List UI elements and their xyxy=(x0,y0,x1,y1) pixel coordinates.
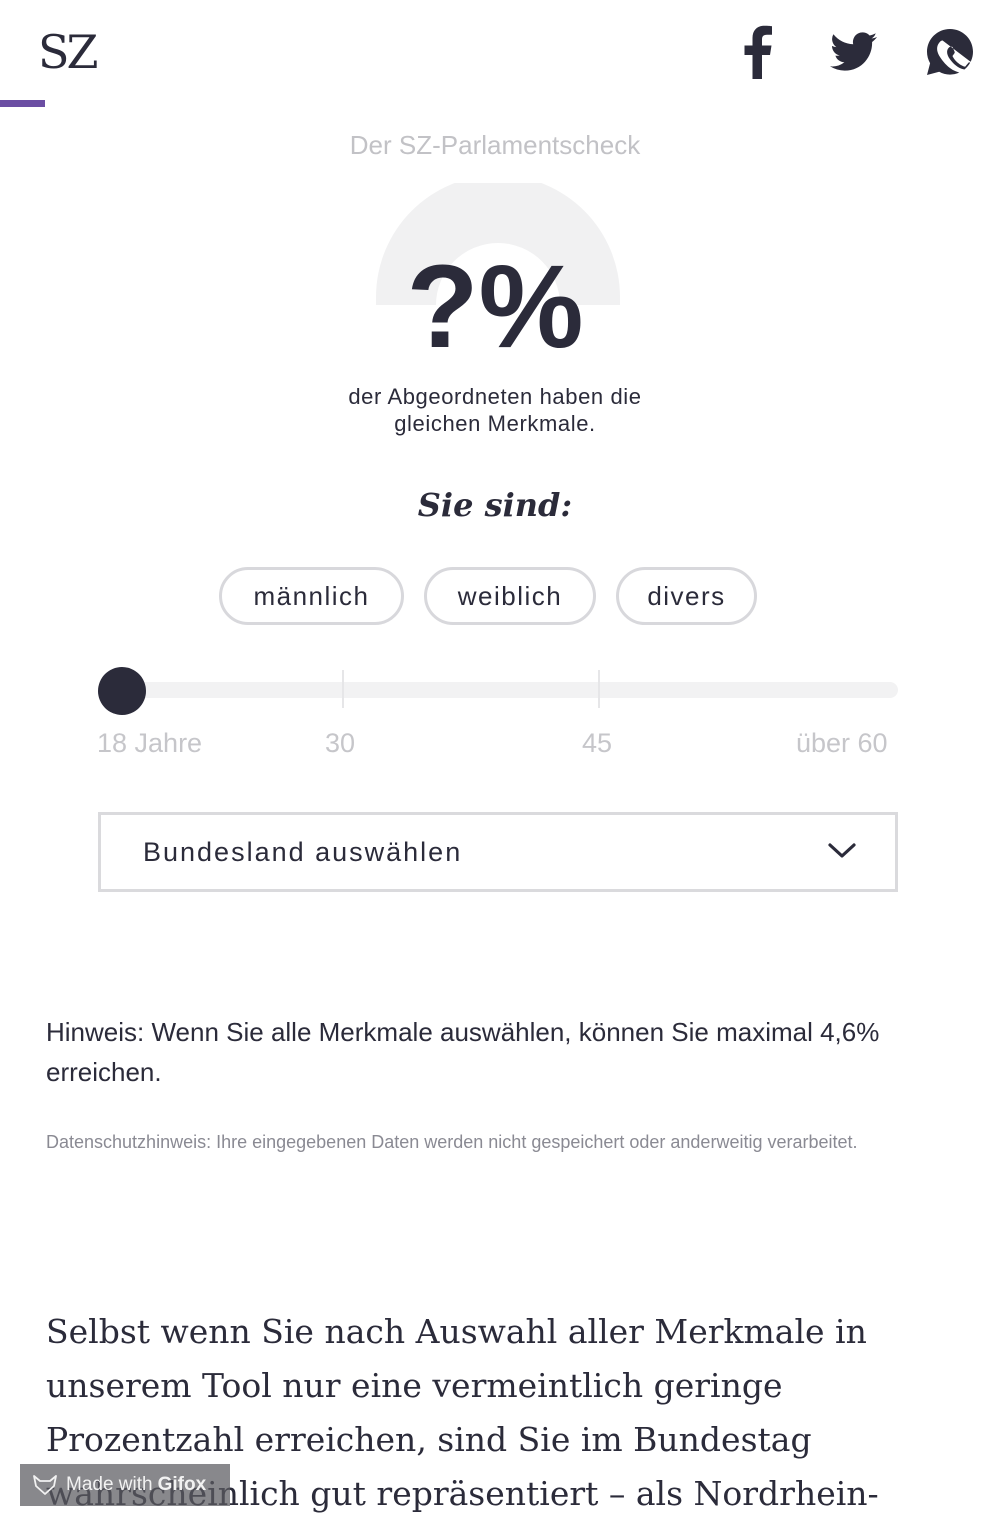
gender-option-male[interactable]: männlich xyxy=(219,567,404,625)
gifox-watermark: Made with Gifox xyxy=(20,1464,230,1506)
article-line: unserem Tool nur eine vermeintlich gerin… xyxy=(46,1366,783,1405)
profile-heading: Sie sind: xyxy=(417,486,573,524)
state-select-label: Bundesland auswählen xyxy=(143,836,463,867)
gender-option-female[interactable]: weiblich xyxy=(424,567,596,625)
age-tick-45 xyxy=(598,670,600,708)
result-percentage: ?% xyxy=(406,241,584,373)
privacy-notice: Datenschutzhinweis: Ihre eingegebenen Da… xyxy=(46,1132,858,1152)
age-label-45: 45 xyxy=(582,728,613,758)
whatsapp-share-button[interactable] xyxy=(924,22,976,82)
kicker-title: Der SZ-Parlamentscheck xyxy=(349,130,641,160)
article-line: Selbst wenn Sie nach Auswahl aller Merkm… xyxy=(46,1312,867,1351)
age-label-over-60: über 60 xyxy=(796,728,888,758)
age-tick-30 xyxy=(342,670,344,708)
state-select[interactable]: Bundesland auswählen xyxy=(98,812,898,892)
result-caption: der Abgeordneten haben die gleichen Merk… xyxy=(0,383,990,437)
age-slider-handle[interactable] xyxy=(98,667,146,715)
facebook-icon xyxy=(744,25,772,79)
fox-icon xyxy=(33,1475,57,1495)
gender-option-diverse[interactable]: divers xyxy=(616,567,757,625)
age-slider-track[interactable] xyxy=(98,682,898,698)
article-line: Prozentzahl erreichen, sind Sie im Bunde… xyxy=(46,1420,812,1459)
whatsapp-icon xyxy=(927,29,974,75)
chevron-down-icon xyxy=(828,843,856,858)
sz-logo[interactable]: SZ xyxy=(38,26,99,78)
hint-text: Hinweis: Wenn Sie alle Merkmale auswähle… xyxy=(46,1017,880,1087)
page: SZ Der SZ-Parlamentscheck ?% der Abgeord… xyxy=(0,0,990,1528)
watermark-prefix: Made with xyxy=(66,1474,153,1495)
logo-underline xyxy=(0,100,45,107)
twitter-share-button[interactable] xyxy=(828,22,880,82)
watermark-brand: Gifox xyxy=(157,1474,207,1495)
result-caption-line: gleichen Merkmale. xyxy=(394,411,596,436)
twitter-icon xyxy=(830,32,877,71)
facebook-share-button[interactable] xyxy=(736,22,780,82)
age-label-30: 30 xyxy=(325,728,356,758)
result-caption-line: der Abgeordneten haben die xyxy=(348,384,642,409)
age-label-18: 18 Jahre xyxy=(97,728,203,758)
